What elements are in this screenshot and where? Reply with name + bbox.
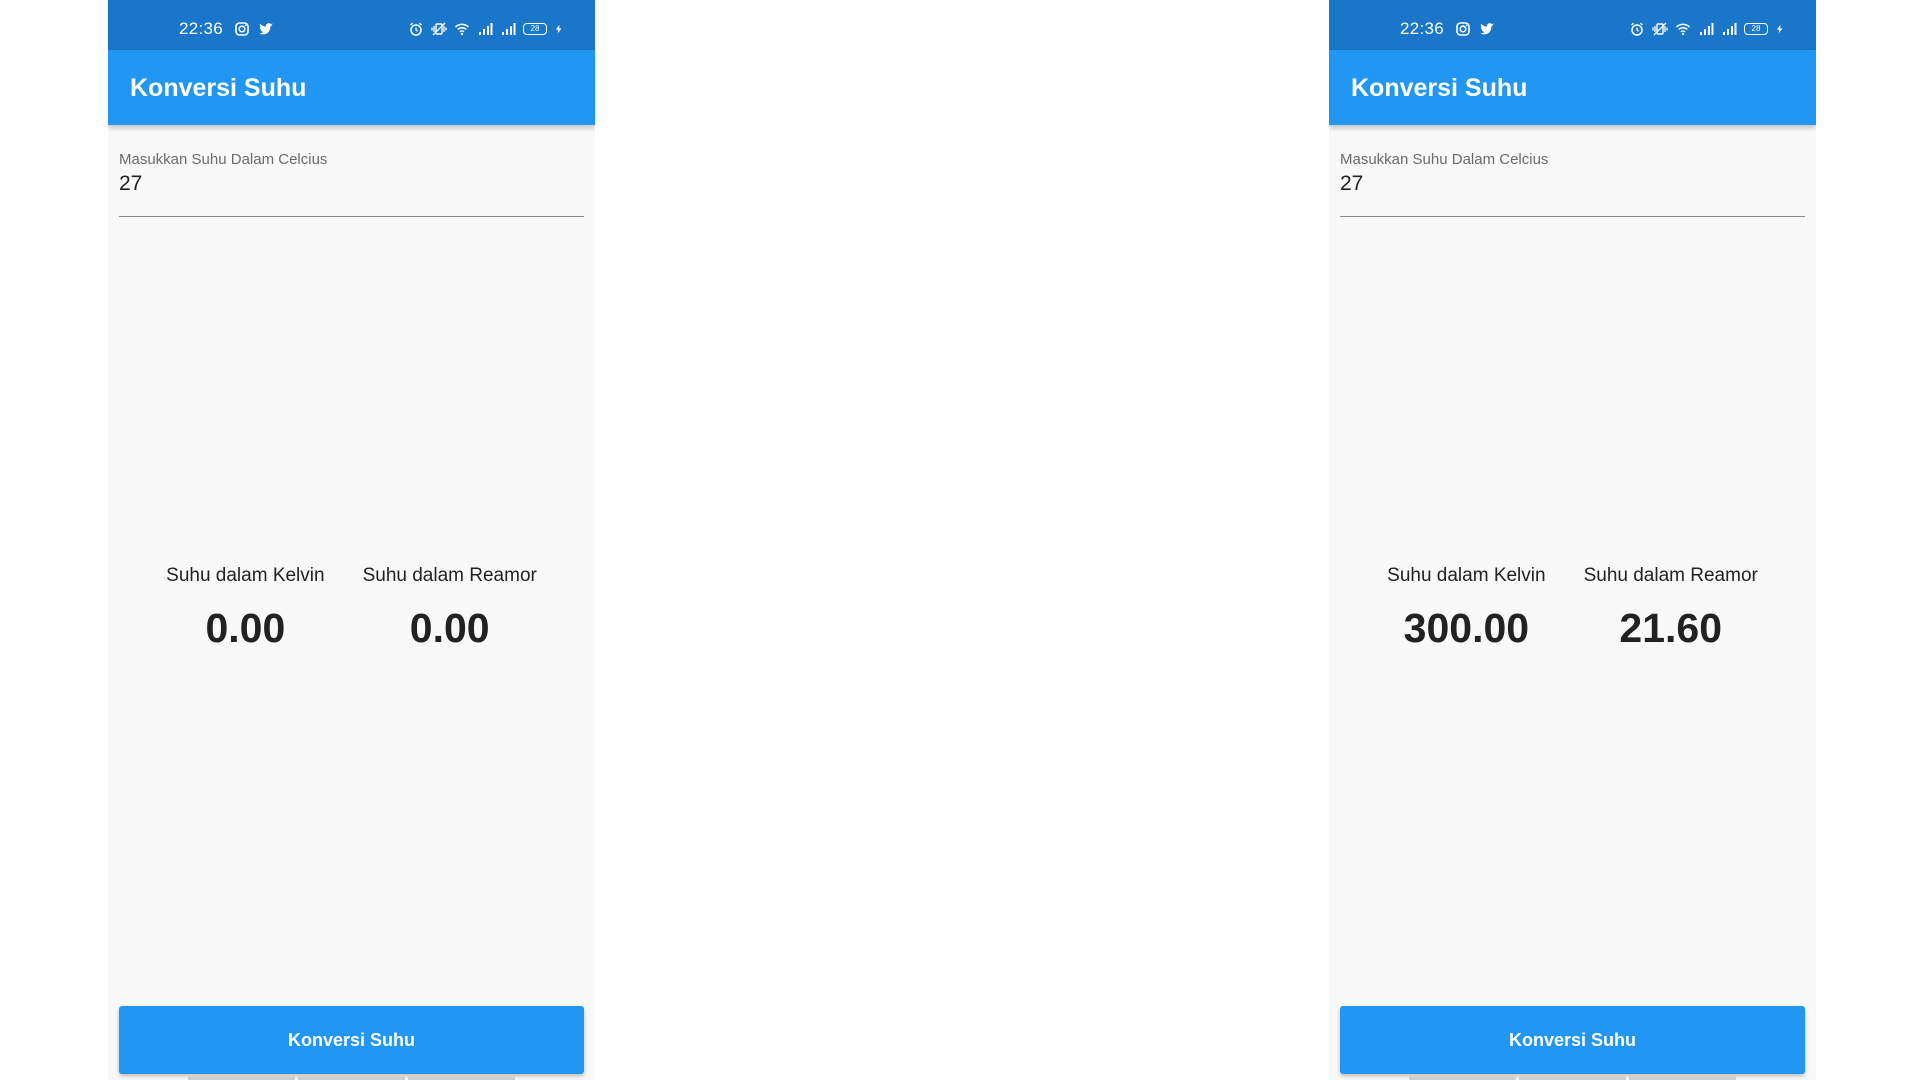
twitter-icon [1480,23,1494,35]
instagram-icon [235,22,249,36]
celsius-input[interactable] [119,172,584,196]
wifi-icon [1675,23,1691,36]
results-row: Suhu dalam Kelvin 300.00 Suhu dalam Ream… [1329,565,1816,652]
celsius-field: Masukkan Suhu Dalam Celcius [119,150,584,217]
status-bar: 22:36 28 [108,0,595,50]
battery-icon: 28 [1744,23,1768,35]
app-title: Konversi Suhu [1351,74,1528,102]
reamur-value: 0.00 [409,605,490,651]
reamur-label: Suhu dalam Reamor [362,565,537,586]
status-system-icons: 28 [408,21,564,37]
status-bar: 22:36 28 [1329,0,1816,50]
instagram-icon [1456,22,1470,36]
results-row: Suhu dalam Kelvin 0.00 Suhu dalam Reamor… [108,565,595,652]
status-system-icons: 28 [1629,21,1785,37]
bottom-edge-strip [1409,1076,1736,1080]
status-time: 22:36 [1400,19,1445,38]
kelvin-label: Suhu dalam Kelvin [1387,565,1546,586]
kelvin-result: Suhu dalam Kelvin 0.00 [166,565,324,652]
reamur-result: Suhu dalam Reamor 0.00 [363,565,537,652]
vibrate-icon [431,22,447,36]
celsius-input[interactable] [1340,172,1805,196]
twitter-icon [259,23,273,35]
phone-screen-after: 22:36 28 Konversi Suhu Masukkan Suhu Dal… [1329,0,1816,1080]
kelvin-result: Suhu dalam Kelvin 300.00 [1387,565,1545,652]
charging-icon [555,24,562,34]
celsius-field-label: Masukkan Suhu Dalam Celcius [119,151,328,168]
app-bar: Konversi Suhu [1329,50,1816,125]
convert-button[interactable]: Konversi Suhu [1340,1006,1805,1074]
app-bar: Konversi Suhu [108,50,595,125]
kelvin-label: Suhu dalam Kelvin [166,565,325,586]
wifi-icon [454,23,470,36]
alarm-icon [410,22,422,36]
kelvin-value: 300.00 [1403,605,1530,651]
celsius-field: Masukkan Suhu Dalam Celcius [1340,150,1805,217]
phone-screen-before: 22:36 28 Konversi Suhu Masukkan Suhu Dal… [108,0,595,1080]
signal-icon [1723,23,1737,35]
bottom-edge-strip [188,1076,515,1080]
reamur-value: 21.60 [1619,605,1723,651]
app-title: Konversi Suhu [130,74,307,102]
signal-icon [1700,23,1714,35]
signal-icon [502,23,516,35]
celsius-field-label: Masukkan Suhu Dalam Celcius [1340,151,1549,168]
signal-icon [479,23,493,35]
reamur-result: Suhu dalam Reamor 21.60 [1584,565,1758,652]
alarm-icon [1631,22,1643,36]
charging-icon [1776,24,1783,34]
status-notification-icons [1455,21,1495,37]
status-notification-icons [234,21,274,37]
vibrate-icon [1652,22,1668,36]
battery-icon: 28 [523,23,547,35]
reamur-label: Suhu dalam Reamor [1583,565,1758,586]
kelvin-value: 0.00 [205,605,286,651]
status-time: 22:36 [179,19,224,38]
convert-button[interactable]: Konversi Suhu [119,1006,584,1074]
